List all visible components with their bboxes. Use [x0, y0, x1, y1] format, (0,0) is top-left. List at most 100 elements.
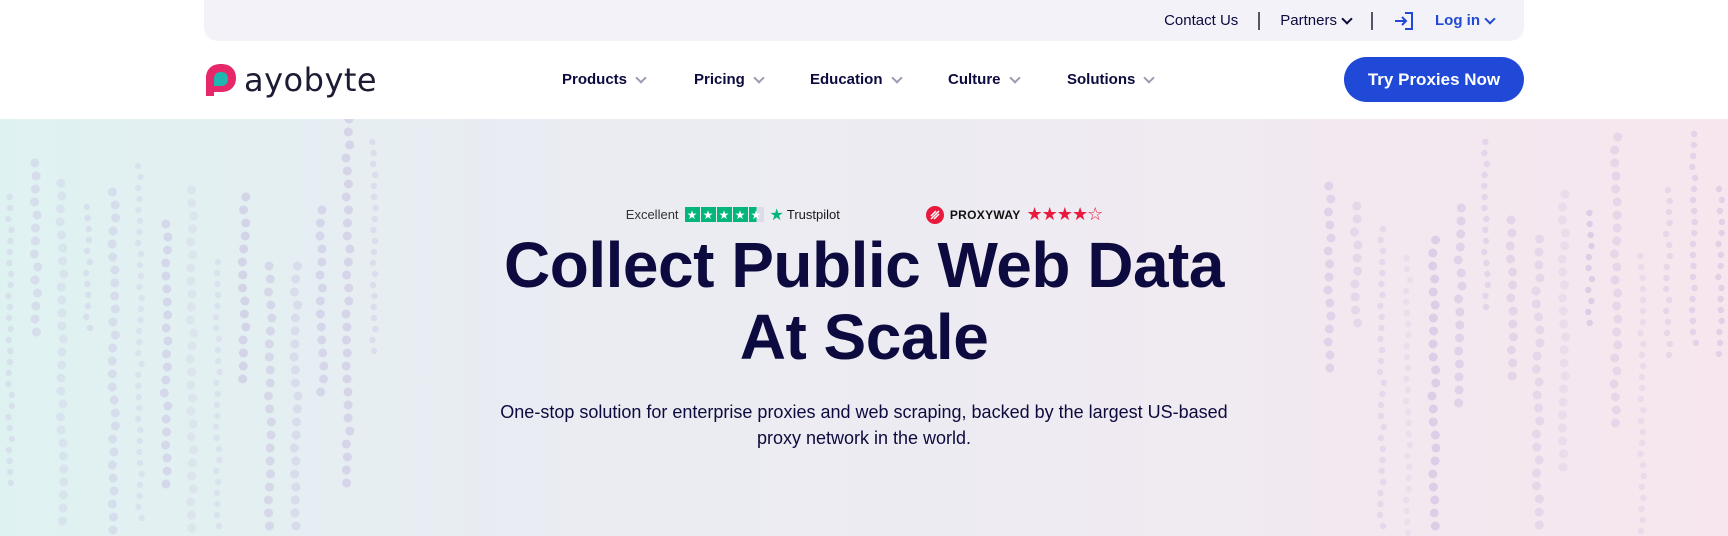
background-dot [1637, 527, 1645, 535]
background-dot [214, 478, 222, 486]
trustpilot-star-icon: ★ [700, 207, 716, 222]
background-dot [1638, 505, 1645, 513]
nav-item-label: Education [810, 71, 883, 88]
background-dot [108, 512, 118, 522]
background-dot [370, 182, 378, 190]
nav-item-education[interactable]: Education [810, 71, 948, 88]
nav-item-products[interactable]: Products [562, 71, 694, 88]
background-dot [134, 162, 142, 170]
background-dot [1405, 474, 1412, 482]
background-dot [1404, 386, 1412, 394]
background-dot [1481, 193, 1488, 201]
background-dot [1406, 463, 1413, 471]
trustpilot-star-icon: ★ [716, 207, 732, 222]
background-dot [1378, 467, 1385, 475]
background-dot [1558, 384, 1568, 394]
background-dot [1691, 174, 1699, 182]
background-dot [265, 378, 275, 388]
background-dot [265, 469, 275, 479]
background-dot [213, 511, 221, 519]
background-dot [1639, 384, 1646, 392]
background-dot [1560, 189, 1570, 199]
background-dot [5, 380, 12, 388]
background-dot [56, 178, 66, 188]
background-dot [1431, 378, 1441, 388]
background-dot [1639, 516, 1646, 524]
nav-item-pricing[interactable]: Pricing [694, 71, 810, 88]
chevron-down-icon [1341, 12, 1353, 25]
background-dot [30, 184, 40, 194]
nav-item-label: Culture [948, 71, 1001, 88]
background-dot [263, 495, 273, 505]
star-icon: ★ [1026, 204, 1043, 224]
background-dot [1376, 511, 1384, 519]
background-dot [1404, 518, 1411, 526]
background-dot [107, 499, 117, 509]
login-label: Log in [1435, 12, 1480, 29]
nav-item-label: Products [562, 71, 628, 88]
background-dot [1664, 186, 1672, 194]
background-dot [138, 470, 145, 478]
background-dot [186, 380, 196, 390]
logo[interactable]: ayobyte [204, 61, 377, 99]
proxyway-brand-name: PROXYWAY [949, 207, 1021, 222]
background-dot [290, 469, 300, 479]
chevron-down-icon [753, 71, 765, 84]
nav-item-culture[interactable]: Culture [948, 71, 1067, 88]
background-dot [1718, 196, 1726, 204]
background-dot [6, 457, 13, 465]
background-dot [1609, 379, 1619, 389]
background-dot [58, 490, 68, 500]
background-dot [187, 458, 197, 468]
nav-item-solutions[interactable]: Solutions [1067, 71, 1177, 88]
background-dot [107, 460, 117, 470]
subhead-line-1: One-stop solution for enterprise proxies… [500, 402, 1228, 422]
background-dot [290, 495, 300, 505]
chevron-down-icon [1484, 12, 1496, 25]
background-dot [291, 521, 301, 531]
background-dot [213, 489, 221, 497]
background-dot [30, 158, 40, 168]
background-dot [1534, 494, 1544, 504]
background-dot [159, 388, 169, 398]
background-dot [212, 467, 220, 475]
background-dot [187, 471, 197, 481]
partners-dropdown[interactable]: Partners [1280, 12, 1353, 29]
login-dropdown[interactable]: Log in [1393, 11, 1496, 31]
background-dot [216, 456, 223, 464]
background-dot [136, 195, 143, 203]
background-dot [1454, 372, 1464, 382]
background-dot [1428, 469, 1438, 479]
background-dot [138, 514, 145, 522]
background-dot [1640, 472, 1647, 480]
divider [1371, 11, 1373, 30]
background-dot [1534, 520, 1544, 530]
background-dot [1638, 373, 1645, 381]
background-dot [318, 374, 328, 384]
trustpilot-rating[interactable]: Excellent ★ ★ ★ ★ ★ ★ Trustpilot [626, 205, 840, 225]
background-dot [341, 465, 351, 475]
try-proxies-button[interactable]: Try Proxies Now [1344, 57, 1524, 102]
background-dot [1324, 181, 1334, 191]
main-nav: ayobyte Products Pricing Education Cultu… [0, 41, 1728, 119]
background-dot [370, 160, 377, 168]
background-dot [1379, 390, 1386, 398]
contact-us-link[interactable]: Contact Us [1164, 12, 1238, 29]
background-dot [1611, 184, 1621, 194]
background-dot [372, 171, 379, 179]
background-dot [7, 468, 14, 476]
logo-mark [206, 64, 236, 96]
background-dot [58, 516, 68, 526]
background-dot [136, 481, 144, 489]
subhead-line-2: proxy network in the world. [756, 428, 972, 448]
background-dot [343, 179, 353, 189]
background-dot [188, 484, 198, 494]
background-dot [215, 522, 223, 530]
background-dot [316, 387, 326, 397]
proxyway-rating[interactable]: PROXYWAY ★★★★☆ [925, 204, 1103, 225]
headline-line-1: Collect Public Web Data [504, 229, 1224, 301]
logo-text: ayobyte [244, 61, 378, 99]
background-dot [1638, 483, 1645, 491]
background-dot [1690, 185, 1698, 193]
hero-section: Excellent ★ ★ ★ ★ ★ ★ Trustpilot PROXYWA… [0, 119, 1728, 536]
